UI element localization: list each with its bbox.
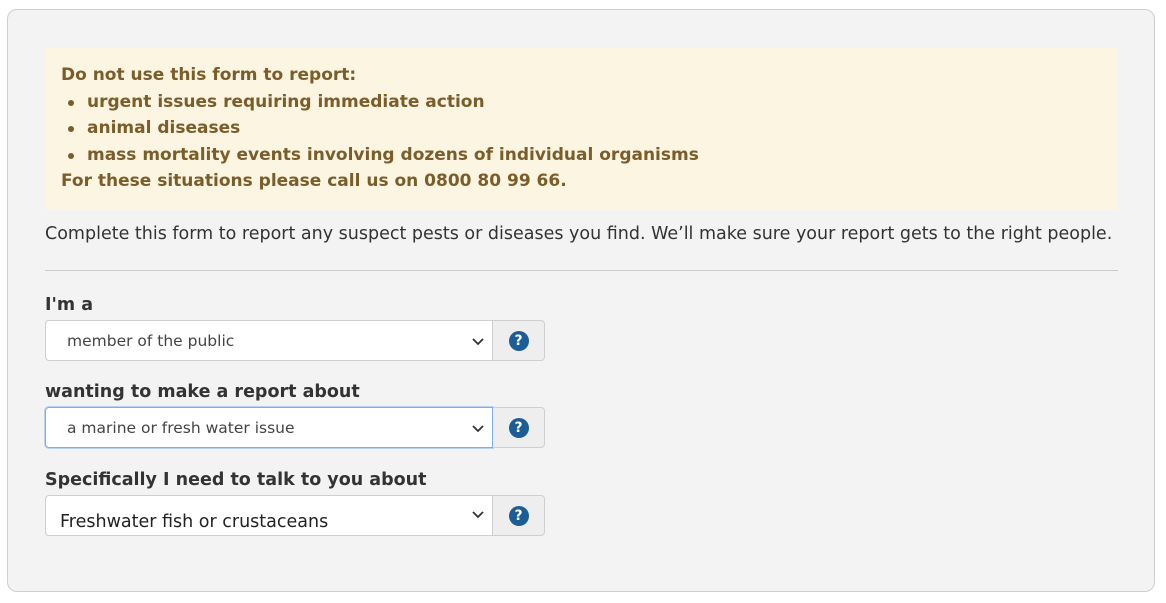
- divider: [45, 270, 1118, 271]
- reporter-type-help-button[interactable]: ?: [493, 320, 545, 361]
- help-icon: ?: [508, 417, 529, 438]
- warning-footer: For these situations please call us on 0…: [61, 171, 567, 191]
- topic-label: Specifically I need to talk to you about: [45, 470, 427, 490]
- warning-heading: Do not use this form to report:: [61, 65, 357, 85]
- warning-list-item: animal diseases: [68, 115, 1102, 142]
- report-about-help-button[interactable]: ?: [493, 407, 545, 448]
- report-about-select[interactable]: a marine or fresh water issue: [45, 407, 493, 448]
- intro-text: Complete this form to report any suspect…: [45, 224, 1113, 244]
- chevron-down-icon: [472, 425, 484, 433]
- reporter-type-label: I'm a: [45, 295, 94, 315]
- help-icon: ?: [508, 505, 529, 526]
- report-about-value: a marine or fresh water issue: [67, 418, 295, 437]
- chevron-down-icon: [472, 338, 484, 346]
- warning-list: urgent issues requiring immediate action…: [61, 89, 1102, 169]
- chevron-down-icon: [472, 511, 484, 519]
- warning-box: Do not use this form to report: urgent i…: [45, 48, 1118, 210]
- topic-select[interactable]: Freshwater fish or crustaceans: [45, 495, 493, 536]
- report-about-label: wanting to make a report about: [45, 382, 360, 402]
- topic-help-button[interactable]: ?: [493, 495, 545, 536]
- topic-value: Freshwater fish or crustaceans: [60, 511, 329, 532]
- help-icon: ?: [508, 330, 529, 351]
- reporter-type-value: member of the public: [67, 331, 235, 350]
- warning-list-item: mass mortality events involving dozens o…: [68, 142, 1102, 169]
- reporter-type-select[interactable]: member of the public: [45, 320, 493, 361]
- report-form-panel: Do not use this form to report: urgent i…: [7, 9, 1155, 592]
- warning-list-item: urgent issues requiring immediate action: [68, 89, 1102, 116]
